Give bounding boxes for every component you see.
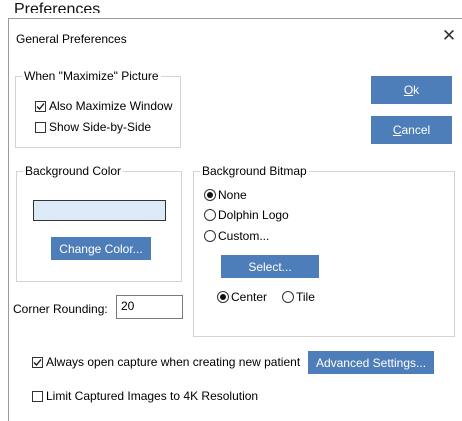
check-icon — [36, 102, 45, 110]
limit-4k-label: Limit Captured Images to 4K Resolution — [46, 389, 259, 403]
maximize-group-legend: When "Maximize" Picture — [22, 69, 161, 83]
background-color-group: Background Color — [16, 164, 182, 282]
background-color-legend: Background Color — [23, 164, 124, 178]
checkbox-box — [35, 100, 46, 112]
placement-tile-radio[interactable]: Tile — [282, 290, 315, 304]
show-side-by-side-label: Show Side-by-Side — [49, 120, 152, 134]
bitmap-none-radio[interactable]: None — [204, 188, 247, 202]
close-icon[interactable]: ✕ — [440, 27, 458, 45]
show-side-by-side-checkbox[interactable]: Show Side-by-Side — [35, 120, 151, 134]
checkbox-box — [32, 356, 43, 368]
bitmap-dolphin-logo-label: Dolphin Logo — [218, 208, 289, 222]
select-bitmap-button[interactable]: Select... — [221, 255, 319, 278]
placement-center-radio[interactable]: Center — [217, 290, 267, 304]
ok-mnemonic: O — [403, 83, 414, 97]
radio-selected-dot — [220, 294, 226, 300]
general-preferences-dialog: General Preferences ✕ When "Maximize" Pi… — [8, 18, 462, 421]
also-maximize-window-checkbox[interactable]: Also Maximize Window — [35, 99, 172, 113]
ok-button[interactable]: Ok — [371, 76, 452, 104]
bitmap-dolphin-logo-radio[interactable]: Dolphin Logo — [204, 208, 289, 222]
ok-label-rest: k — [413, 83, 420, 97]
cancel-button[interactable]: Cancel — [371, 116, 452, 144]
always-open-capture-checkbox[interactable]: Always open capture when creating new pa… — [32, 355, 300, 369]
bitmap-custom-label: Custom... — [218, 229, 270, 243]
radio-circle — [204, 209, 216, 221]
dialog-title: General Preferences — [16, 32, 127, 46]
checkbox-box — [32, 390, 43, 402]
placement-tile-label: Tile — [296, 290, 315, 304]
bitmap-custom-radio[interactable]: Custom... — [204, 229, 269, 243]
limit-4k-checkbox[interactable]: Limit Captured Images to 4K Resolution — [32, 389, 258, 403]
checkbox-box — [35, 121, 46, 133]
background-color-swatch — [33, 200, 166, 221]
radio-circle — [204, 230, 216, 242]
page-heading: Preferences — [14, 2, 101, 13]
radio-circle — [204, 189, 216, 201]
background-bitmap-legend: Background Bitmap — [200, 164, 309, 178]
radio-selected-dot — [207, 192, 213, 198]
radio-circle — [282, 291, 294, 303]
bitmap-none-label: None — [218, 188, 247, 202]
advanced-settings-button[interactable]: Advanced Settings... — [308, 351, 434, 374]
check-icon — [33, 358, 42, 366]
corner-rounding-label: Corner Rounding: — [13, 302, 108, 316]
placement-center-label: Center — [231, 290, 268, 304]
cancel-label-rest: ancel — [401, 123, 431, 137]
corner-rounding-input[interactable]: 20 — [116, 295, 183, 319]
cancel-mnemonic: C — [392, 123, 402, 137]
always-open-capture-label: Always open capture when creating new pa… — [46, 355, 301, 369]
radio-circle — [217, 291, 229, 303]
also-maximize-window-label: Also Maximize Window — [49, 99, 173, 113]
change-color-button[interactable]: Change Color... — [51, 237, 151, 260]
